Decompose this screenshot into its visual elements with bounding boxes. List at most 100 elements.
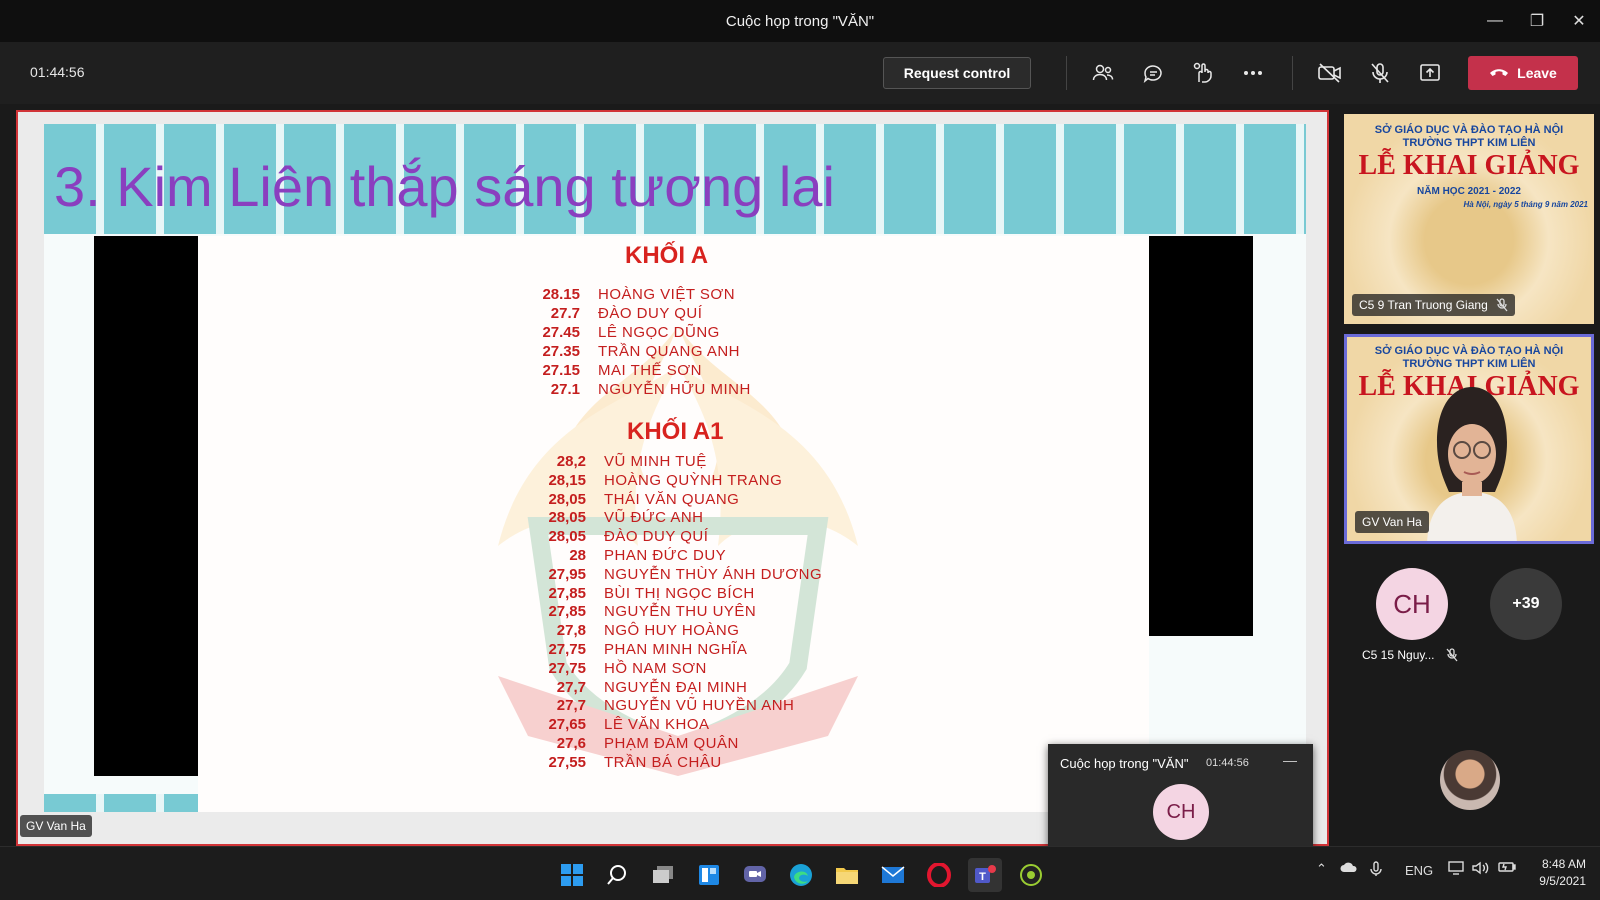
participant-tile[interactable]: SỞ GIÁO DỤC VÀ ĐÀO TẠO HÀ NỘI TRƯỜNG THP…: [1344, 114, 1594, 324]
student-name: NGUYỄN THU UYÊN: [604, 603, 757, 621]
poster-year: NĂM HỌC 2021 - 2022: [1417, 186, 1521, 197]
microphone-off-icon[interactable]: [1365, 58, 1395, 88]
participant-avatar[interactable]: CH: [1376, 568, 1448, 640]
score-row: 28,2 VŨ MINH TUỆ: [524, 453, 707, 472]
volume-icon[interactable]: [1472, 861, 1490, 878]
slide-title: 3. Kim Liên thắp sáng tương lai: [54, 155, 835, 218]
participant-name-tag: GV Van Ha: [1355, 511, 1429, 533]
start-menu-icon[interactable]: [555, 858, 589, 892]
score-list-panel: KHỐI A 28.15 HOÀNG VIỆT SƠN 27.7 ĐÀO DUY QUÍ…: [198, 236, 1149, 812]
poster-line1: SỞ GIÁO DỤC VÀ ĐÀO TẠO HÀ NỘI: [1374, 345, 1564, 357]
student-score: 28,2: [556, 453, 586, 470]
reactions-icon[interactable]: [1188, 58, 1218, 88]
svg-text:T: T: [979, 871, 986, 883]
student-name: MAI THẾ SƠN: [598, 362, 702, 379]
poster-line2: TRƯỜNG THPT KIM LIÊN: [1402, 137, 1536, 149]
score-row: 27.1 NGUYỄN HỮU MINH: [518, 381, 751, 400]
student-score: 27,95: [548, 565, 586, 583]
score-row: 27.7 ĐÀO DUY QUÍ: [518, 305, 702, 324]
leave-button[interactable]: Leave: [1468, 56, 1578, 90]
student-score: 27,8: [556, 622, 586, 640]
toolbar-divider: [1292, 56, 1293, 90]
widgets-icon[interactable]: [692, 858, 726, 892]
restore-icon[interactable]: ❐: [1516, 0, 1558, 42]
student-score: 28,05: [548, 509, 586, 527]
network-icon[interactable]: [1448, 861, 1466, 878]
clock-time: 8:48 AM: [1541, 857, 1586, 871]
minimize-icon[interactable]: —: [1474, 0, 1516, 42]
student-name: NGUYỄN THÙY ÁNH DƯƠNG: [604, 565, 823, 583]
poster-headline: LỄ KHAI GIẢNG: [1358, 150, 1580, 181]
student-score: 27,85: [548, 584, 586, 602]
shared-screen: 3. Kim Liên thắp sáng tương lai KHỐI A 28…: [16, 110, 1329, 846]
self-view-avatar[interactable]: [1440, 750, 1500, 810]
score-row: 28 PHAN ĐỨC DUY: [524, 547, 726, 566]
request-control-button[interactable]: Request control: [883, 57, 1031, 89]
minimize-icon[interactable]: —: [1283, 752, 1297, 768]
student-score: 27,55: [548, 753, 586, 771]
student-score: 28,05: [548, 528, 586, 546]
onedrive-cloud-icon[interactable]: [1340, 861, 1358, 876]
file-explorer-icon[interactable]: [830, 858, 864, 892]
score-row: 27,95 NGUYỄN THÙY ÁNH DƯƠNG: [524, 566, 822, 585]
more-options-icon[interactable]: [1238, 58, 1268, 88]
mini-window-title: Cuộc họp trong "VĂN": [1060, 756, 1189, 771]
window-controls: — ❐ ✕: [1474, 0, 1600, 42]
student-name: HOÀNG QUỲNH TRANG: [604, 471, 783, 489]
language-indicator[interactable]: ENG: [1405, 863, 1433, 878]
student-name: NGÔ HUY HOÀNG: [604, 622, 740, 640]
student-name: NGUYỄN VŨ HUYỀN ANH: [604, 697, 795, 715]
student-name: HỒ NAM SƠN: [604, 659, 707, 677]
edge-browser-icon[interactable]: [784, 858, 818, 892]
score-row: 27,55 TRẦN BÁ CHÂU: [524, 754, 722, 773]
score-row: 28,05 THÁI VĂN QUANG: [524, 491, 739, 510]
xbox-game-icon[interactable]: [1014, 858, 1048, 892]
more-participants-button[interactable]: +39: [1490, 568, 1562, 640]
student-score: 27,65: [548, 716, 586, 734]
student-name: NGUYỄN ĐẠI MINH: [604, 678, 748, 696]
more-participants-count: +39: [1512, 595, 1540, 612]
score-row: 28.15 HOÀNG VIỆT SƠN: [518, 286, 735, 305]
participant-name-tag: C5 9 Tran Truong Giang: [1352, 294, 1515, 316]
task-view-icon[interactable]: [646, 858, 680, 892]
participant-name: GV Van Ha: [1362, 515, 1422, 529]
student-name: ĐÀO DUY QUÍ: [604, 528, 709, 546]
teams-app-icon[interactable]: T: [968, 858, 1002, 892]
share-screen-icon[interactable]: [1415, 58, 1445, 88]
mini-avatar-initials: CH: [1166, 800, 1196, 823]
student-score: 28: [569, 547, 586, 564]
mail-icon[interactable]: [876, 858, 910, 892]
camera-off-icon[interactable]: [1315, 58, 1345, 88]
chat-icon[interactable]: [1138, 58, 1168, 88]
student-name: VŨ MINH TUỆ: [604, 453, 707, 470]
student-score: 27.7: [550, 305, 580, 322]
score-row: 28,05 VŨ ĐỨC ANH: [524, 509, 704, 528]
window-title: Cuộc họp trong "VĂN": [725, 12, 875, 30]
score-row: 27.35 TRẦN QUANG ANH: [518, 343, 740, 362]
score-block-heading: KHỐI A1: [627, 418, 724, 445]
opera-browser-icon[interactable]: [922, 858, 956, 892]
close-icon[interactable]: ✕: [1558, 0, 1600, 42]
video-letterbox-right: [1149, 236, 1253, 636]
participant-tile-active[interactable]: SỞ GIÁO DỤC VÀ ĐÀO TẠO HÀ NỘI TRƯỜNG THP…: [1344, 334, 1594, 544]
avatar-participant-name: C5 15 Nguy...: [1362, 648, 1435, 662]
participants-icon[interactable]: [1088, 58, 1118, 88]
search-icon[interactable]: [600, 858, 634, 892]
student-score: 28,15: [548, 471, 586, 489]
microphone-tray-icon[interactable]: [1370, 861, 1382, 880]
student-score: 27,75: [548, 659, 586, 677]
battery-icon[interactable]: [1498, 861, 1516, 876]
score-row: 28,05 ĐÀO DUY QUÍ: [524, 528, 708, 547]
score-block-heading: KHỐI A: [625, 242, 709, 269]
student-name: PHAN MINH NGHĨA: [604, 641, 748, 658]
student-name: LÊ VĂN KHOA: [604, 716, 710, 734]
toolbar-divider: [1066, 56, 1067, 90]
teams-chat-icon[interactable]: [738, 858, 772, 892]
show-hidden-icons-icon[interactable]: ⌃: [1316, 861, 1327, 877]
system-clock[interactable]: 8:48 AM 9/5/2021: [1539, 856, 1586, 890]
avatar-caption: C5 15 Nguy...: [1362, 648, 1458, 662]
student-name: PHAN ĐỨC DUY: [604, 547, 727, 564]
score-row: 27,6 PHẠM ĐÀM QUÂN: [524, 735, 739, 754]
poster-line1: SỞ GIÁO DỤC VÀ ĐÀO TẠO HÀ NỘI: [1374, 124, 1564, 136]
student-score: 27,7: [556, 678, 586, 696]
